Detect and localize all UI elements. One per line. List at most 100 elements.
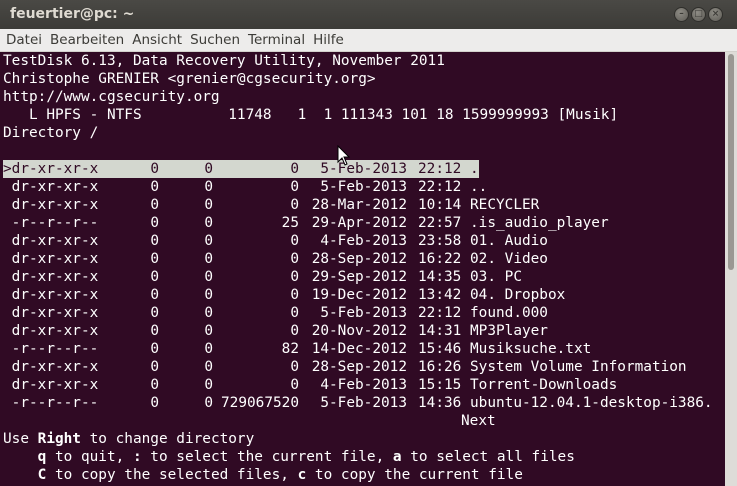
file-row[interactable]: dr-xr-xr-x 0 0 0 28-Sep-2012 16:22 02. Video bbox=[3, 250, 723, 268]
file-gid: 0 bbox=[204, 287, 213, 303]
file-perm: -r--r--r-- bbox=[3, 215, 99, 231]
file-perm: dr-xr-xr-x bbox=[3, 359, 99, 375]
file-date: 5-Feb-2013 bbox=[320, 395, 407, 411]
file-perm: dr-xr-xr-x bbox=[3, 269, 99, 285]
file-row[interactable]: dr-xr-xr-x 0 0 0 5-Feb-2013 22:12.. bbox=[3, 178, 723, 196]
file-perm: -r--r--r-- bbox=[3, 341, 99, 357]
file-name: 04. Dropbox bbox=[470, 287, 566, 303]
file-size: 0 bbox=[290, 269, 299, 285]
help-key: : bbox=[132, 449, 142, 465]
file-size: 0 bbox=[290, 161, 299, 177]
file-name: 01. Audio bbox=[470, 233, 548, 249]
menu-bearbeiten[interactable]: Bearbeiten bbox=[50, 29, 124, 52]
file-size: 0 bbox=[290, 359, 299, 375]
close-button[interactable]: × bbox=[708, 7, 723, 22]
window-controls: – □ × bbox=[674, 7, 723, 22]
file-time: 16:26 bbox=[418, 359, 462, 375]
file-size: 0 bbox=[290, 251, 299, 267]
maximize-button[interactable]: □ bbox=[691, 7, 706, 22]
file-uid: 0 bbox=[150, 305, 159, 321]
menu-hilfe[interactable]: Hilfe bbox=[313, 29, 344, 52]
help-line-1: Use Right to change directory bbox=[3, 430, 254, 448]
file-perm: dr-xr-xr-x bbox=[3, 179, 99, 195]
file-uid: 0 bbox=[150, 359, 159, 375]
file-row[interactable]: dr-xr-xr-x 0 0 0 4-Feb-2013 15:15 Torrent-Down… bbox=[3, 376, 723, 394]
help-indent bbox=[3, 467, 38, 483]
file-name: .is_audio_player bbox=[470, 215, 609, 231]
terminal-area[interactable]: TestDisk 6.13, Data Recovery Utility, No… bbox=[0, 52, 725, 486]
menu-bar: Datei Bearbeiten Ansicht Suchen Terminal… bbox=[0, 29, 737, 52]
file-time: 10:14 bbox=[418, 197, 462, 213]
file-time: 14:35 bbox=[418, 269, 462, 285]
file-date: 28-Sep-2012 bbox=[311, 359, 407, 375]
file-row[interactable]: dr-xr-xr-x 0 0 0 20-Nov-2012 14:31 MP3Player bbox=[3, 322, 723, 340]
scrollbar-thumb[interactable] bbox=[728, 54, 734, 270]
title-bar[interactable]: feuertier@pc: ~ – □ × bbox=[0, 0, 737, 29]
file-row[interactable]: >dr-xr-xr-x 0 0 0 5-Feb-2013 22:12. bbox=[3, 160, 479, 178]
file-uid: 0 bbox=[150, 197, 159, 213]
file-size: 729067520 bbox=[221, 395, 299, 411]
menu-suchen[interactable]: Suchen bbox=[190, 29, 240, 52]
file-perm: dr-xr-xr-x bbox=[3, 323, 99, 339]
file-gid: 0 bbox=[204, 269, 213, 285]
menu-terminal[interactable]: Terminal bbox=[248, 29, 305, 52]
file-time: 23:58 bbox=[418, 233, 462, 249]
file-row[interactable]: dr-xr-xr-x 0 0 0 19-Dec-2012 13:42 04. Dropbox bbox=[3, 286, 723, 304]
file-gid: 0 bbox=[204, 179, 213, 195]
next-link[interactable]: Next bbox=[461, 412, 496, 430]
menu-ansicht[interactable]: Ansicht bbox=[132, 29, 182, 52]
file-uid: 0 bbox=[150, 395, 159, 411]
help-text: to select all files bbox=[401, 449, 575, 465]
file-date: 20-Nov-2012 bbox=[311, 323, 407, 339]
author-line: Christophe GRENIER <grenier@cgsecurity.o… bbox=[3, 71, 376, 87]
file-size: 82 bbox=[281, 341, 299, 357]
file-row[interactable]: -r--r--r-- 0 0 25 29-Apr-2012 22:57 .is_audio_… bbox=[3, 214, 723, 232]
file-time: 15:15 bbox=[418, 377, 462, 393]
file-name: . bbox=[470, 161, 479, 177]
file-gid: 0 bbox=[204, 377, 213, 393]
file-gid: 0 bbox=[204, 359, 213, 375]
file-perm: -r--r--r-- bbox=[3, 395, 99, 411]
file-name: .. bbox=[470, 179, 488, 195]
file-date: 5-Feb-2013 bbox=[320, 179, 407, 195]
file-row[interactable]: dr-xr-xr-x 0 0 0 5-Feb-2013 22:12 found.000 bbox=[3, 304, 723, 322]
file-gid: 0 bbox=[204, 215, 213, 231]
file-row[interactable]: -r--r--r-- 0 0 82 14-Dec-2012 15:46 Musiksuche… bbox=[3, 340, 723, 358]
file-gid: 0 bbox=[204, 251, 213, 267]
testdisk-version-line: TestDisk 6.13, Data Recovery Utility, No… bbox=[3, 53, 445, 69]
file-row[interactable]: -r--r--r-- 0 0 729067520 5-Feb-2013 14:36 ubun… bbox=[3, 394, 723, 412]
file-date: 29-Apr-2012 bbox=[311, 215, 407, 231]
file-row[interactable]: dr-xr-xr-x 0 0 0 28-Sep-2012 16:26 System Volu… bbox=[3, 358, 723, 376]
file-size: 0 bbox=[290, 323, 299, 339]
minimize-button[interactable]: – bbox=[674, 7, 689, 22]
scrollbar[interactable] bbox=[725, 52, 737, 486]
file-row[interactable]: dr-xr-xr-x 0 0 0 29-Sep-2012 14:35 03. PC bbox=[3, 268, 723, 286]
file-row[interactable]: dr-xr-xr-x 0 0 0 4-Feb-2013 23:58 01. Audio bbox=[3, 232, 723, 250]
file-gid: 0 bbox=[204, 161, 213, 177]
maximize-icon: □ bbox=[694, 9, 703, 19]
file-time: 22:12 bbox=[418, 161, 462, 177]
file-time: 13:42 bbox=[418, 287, 462, 303]
file-date: 5-Feb-2013 bbox=[320, 305, 407, 321]
file-uid: 0 bbox=[150, 341, 159, 357]
menu-datei[interactable]: Datei bbox=[6, 29, 42, 52]
file-uid: 0 bbox=[150, 251, 159, 267]
file-name: 03. PC bbox=[470, 269, 522, 285]
file-time: 22:57 bbox=[418, 215, 462, 231]
file-row[interactable]: dr-xr-xr-x 0 0 0 28-Mar-2012 10:14 RECYCLER bbox=[3, 196, 723, 214]
file-perm: dr-xr-xr-x bbox=[3, 305, 99, 321]
help-text: to change directory bbox=[80, 431, 255, 447]
file-uid: 0 bbox=[150, 161, 159, 177]
close-icon: × bbox=[711, 9, 720, 19]
help-key: c bbox=[297, 467, 307, 483]
file-gid: 0 bbox=[204, 341, 213, 357]
file-perm: dr-xr-xr-x bbox=[3, 197, 99, 213]
file-size: 25 bbox=[281, 215, 299, 231]
file-perm: dr-xr-xr-x bbox=[3, 287, 99, 303]
file-name: found.000 bbox=[470, 305, 548, 321]
file-size: 0 bbox=[290, 287, 299, 303]
terminal-window: feuertier@pc: ~ – □ × Datei Bearbeiten A… bbox=[0, 0, 737, 486]
file-time: 14:36 bbox=[418, 395, 462, 411]
file-time: 15:46 bbox=[418, 341, 462, 357]
help-text: Use bbox=[3, 431, 38, 447]
